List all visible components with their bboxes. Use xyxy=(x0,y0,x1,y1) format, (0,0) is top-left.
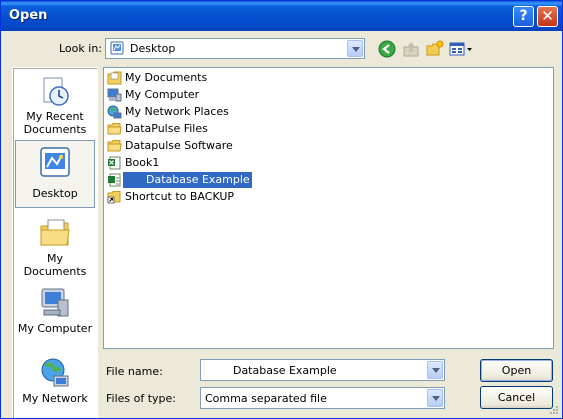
file-name-input[interactable]: Database Example xyxy=(200,359,445,381)
file-list[interactable]: My Documents My Computer My Network Plac… xyxy=(103,67,554,349)
places-bar: My Recent Documents Desktop My Documents xyxy=(12,67,98,418)
places-label: My Documents xyxy=(23,252,87,278)
file-name-value: Database Example xyxy=(205,364,337,377)
file-name: Datapulse Software xyxy=(125,139,233,152)
file-name-label: File name: xyxy=(106,365,163,378)
places-item-recent[interactable]: My Recent Documents xyxy=(15,74,95,136)
look-in-combo[interactable]: Desktop xyxy=(105,38,365,59)
window-title: Open xyxy=(9,8,48,23)
file-name: My Network Places xyxy=(125,105,229,118)
title-bar[interactable]: Open ? ✕ xyxy=(1,1,562,31)
places-item-desktop[interactable]: Desktop xyxy=(15,140,95,208)
folder-icon xyxy=(107,140,122,152)
folder-icon xyxy=(107,123,122,135)
network-places-icon xyxy=(107,105,122,119)
resize-grip-icon[interactable] xyxy=(549,405,559,415)
places-label: My Recent Documents xyxy=(23,110,87,136)
recent-documents-icon xyxy=(43,77,69,106)
chevron-down-icon[interactable] xyxy=(427,389,443,407)
chevron-down-icon[interactable] xyxy=(347,40,363,57)
my-documents-icon xyxy=(107,71,122,85)
excel-file-icon xyxy=(108,156,121,170)
places-label: My Computer xyxy=(17,322,93,335)
file-name: My Computer xyxy=(125,88,200,101)
file-type-label: Files of type: xyxy=(106,392,177,405)
cancel-button[interactable]: Cancel xyxy=(480,386,553,409)
up-folder-icon[interactable] xyxy=(402,40,420,58)
my-documents-icon xyxy=(40,219,70,246)
my-computer-icon xyxy=(41,288,69,317)
file-name: Database Example xyxy=(123,172,252,188)
places-item-my-computer[interactable]: My Computer xyxy=(15,286,95,335)
help-button[interactable]: ? xyxy=(513,6,534,27)
file-type-select[interactable]: Comma separated file xyxy=(200,387,445,409)
open-button[interactable]: Open xyxy=(480,359,553,382)
csv-file-icon xyxy=(108,173,121,187)
new-folder-icon[interactable] xyxy=(426,40,444,58)
places-label: My Network xyxy=(22,392,88,405)
desktop-icon xyxy=(110,41,124,55)
file-name: Shortcut to BACKUP xyxy=(125,190,235,203)
desktop-icon xyxy=(40,147,70,177)
places-item-my-network[interactable]: My Network xyxy=(15,356,95,405)
open-dialog: Open ? ✕ Look in: Desktop My Recent Docu… xyxy=(0,0,563,419)
views-menu-icon[interactable] xyxy=(449,40,473,58)
file-name: Book1 xyxy=(125,156,160,169)
my-computer-icon xyxy=(107,88,122,102)
chevron-down-icon[interactable] xyxy=(427,361,443,379)
close-button[interactable]: ✕ xyxy=(537,6,558,27)
file-name: DataPulse Files xyxy=(125,122,208,135)
look-in-label: Look in: xyxy=(59,42,102,55)
look-in-value: Desktop xyxy=(130,42,176,55)
file-name: My Documents xyxy=(125,71,208,84)
shortcut-folder-icon xyxy=(107,191,121,204)
places-item-my-documents[interactable]: My Documents xyxy=(15,216,95,278)
file-type-value: Comma separated file xyxy=(205,392,327,405)
places-label: Desktop xyxy=(32,187,78,200)
back-icon[interactable] xyxy=(378,40,396,58)
my-network-icon xyxy=(41,358,69,387)
